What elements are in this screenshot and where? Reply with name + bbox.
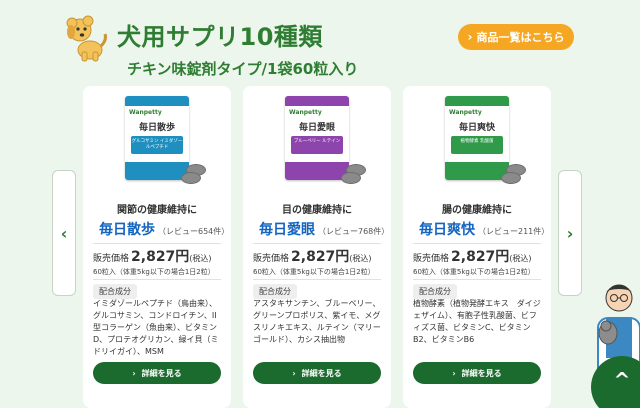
product-card: Wanpetty 毎日愛眼 ブルーベリー ルテイン 目の健康維持に 毎日愛眼 （レ…	[243, 86, 391, 408]
ingredients-text: 植物酵素（植物発酵エキス ダイジェザイム）、有胞子性乳酸菌、ビフィズス菌、ビタミ…	[413, 299, 541, 344]
price: 販売価格 2,827円(税込)	[413, 246, 532, 266]
package-stripe	[125, 96, 189, 106]
detail-button-label: 詳細を見る	[141, 368, 182, 378]
package-name: 毎日爽快	[458, 123, 495, 133]
product-name: 毎日爽快	[419, 222, 475, 238]
divider	[253, 243, 381, 244]
product-catch: 腸の健康維持に	[442, 205, 512, 216]
product-name: 毎日愛眼	[259, 222, 315, 238]
package-bottom	[125, 162, 189, 180]
price: 販売価格 2,827円(税込)	[253, 246, 372, 266]
divider	[253, 279, 381, 280]
product-card: Wanpetty 毎日散歩 グルコサミン イミダゾールペプチド 関節の健康維持に…	[83, 86, 231, 408]
product-image[interactable]: Wanpetty 毎日散歩 グルコサミン イミダゾールペプチド	[83, 86, 231, 186]
chevron-up-icon: ^	[613, 368, 631, 392]
package-stripe	[285, 96, 349, 106]
ingredients-label: 配合成分	[93, 284, 137, 299]
detail-button-label: 詳細を見る	[461, 368, 502, 378]
price-value: 2,827円	[451, 249, 510, 265]
product-catch: 目の健康維持に	[282, 205, 352, 216]
price: 販売価格 2,827円(税込)	[93, 246, 212, 266]
divider	[93, 279, 221, 280]
detail-button[interactable]: › 詳細を見る	[413, 362, 541, 384]
product-image[interactable]: Wanpetty 毎日愛眼 ブルーベリー ルテイン	[243, 86, 391, 186]
package-name: 毎日散歩	[138, 123, 175, 133]
detail-button-label: 詳細を見る	[301, 368, 342, 378]
chevron-right-icon: ›	[467, 30, 473, 44]
package-brand: Wanpetty	[129, 109, 162, 116]
divider	[93, 243, 221, 244]
ingredients-text: アスタキサンチン、ブルーベリー、グリーンプロポリス、紫イモ、メグスリノキエキス、…	[253, 299, 381, 344]
chevron-right-icon: ›	[132, 368, 136, 378]
page-title: 犬用サプリ10種類	[117, 23, 323, 51]
chevron-left-icon: ‹	[60, 223, 68, 243]
price-value: 2,827円	[291, 249, 350, 265]
price-label: 販売価格	[253, 254, 290, 264]
tablet-icon	[181, 172, 201, 184]
price-value: 2,827円	[131, 249, 190, 265]
tablet-icon	[501, 172, 521, 184]
package-name: 毎日愛眼	[298, 123, 335, 133]
carousel-next-button[interactable]: ›	[558, 170, 582, 296]
package-image: Wanpetty 毎日爽快 植物酵素 乳酸菌	[445, 96, 509, 180]
quantity-note: 60粒入（体重5kg以下の場合1日2粒）	[413, 268, 535, 276]
ingredients-label: 配合成分	[253, 284, 297, 299]
chevron-right-icon: ›	[566, 223, 574, 243]
package-brand: Wanpetty	[449, 109, 482, 116]
dog-mascot-icon	[66, 15, 107, 62]
review-count: （レビュー211件）	[478, 227, 550, 236]
product-name-link[interactable]: 毎日爽快 （レビュー211件）	[419, 219, 549, 239]
tax-label: (税込)	[509, 254, 532, 263]
product-name: 毎日散歩	[99, 222, 155, 238]
package-stripe	[445, 96, 509, 106]
detail-button[interactable]: › 詳細を見る	[253, 362, 381, 384]
product-list-button-label: 商品一覧はこちら	[476, 31, 565, 44]
product-catch: 関節の健康維持に	[117, 205, 197, 216]
price-label: 販売価格	[93, 254, 130, 264]
review-count: （レビュー654件）	[158, 227, 230, 236]
tax-label: (税込)	[189, 254, 212, 263]
product-name-link[interactable]: 毎日愛眼 （レビュー768件）	[259, 219, 389, 239]
price-label: 販売価格	[413, 254, 450, 264]
divider	[413, 279, 541, 280]
divider	[413, 243, 541, 244]
package-bottom	[445, 162, 509, 180]
detail-button[interactable]: › 詳細を見る	[93, 362, 221, 384]
product-image[interactable]: Wanpetty 毎日爽快 植物酵素 乳酸菌	[403, 86, 551, 186]
chevron-right-icon: ›	[292, 368, 296, 378]
tax-label: (税込)	[349, 254, 372, 263]
product-list-button[interactable]: › 商品一覧はこちら	[458, 24, 574, 50]
tablet-icon	[341, 172, 361, 184]
quantity-note: 60粒入（体重5kg以下の場合1日2粒）	[253, 268, 375, 276]
package-bottom	[285, 162, 349, 180]
carousel-prev-button[interactable]: ‹	[52, 170, 76, 296]
package-image: Wanpetty 毎日散歩 グルコサミン イミダゾールペプチド	[125, 96, 189, 180]
product-card: Wanpetty 毎日爽快 植物酵素 乳酸菌 腸の健康維持に 毎日爽快 （レビュー…	[403, 86, 551, 408]
product-name-link[interactable]: 毎日散歩 （レビュー654件）	[99, 219, 229, 239]
package-image: Wanpetty 毎日愛眼 ブルーベリー ルテイン	[285, 96, 349, 180]
review-count: （レビュー768件）	[318, 227, 390, 236]
package-band: ブルーベリー ルテイン	[291, 136, 343, 154]
quantity-note: 60粒入（体重5kg以下の場合1日2粒）	[93, 268, 215, 276]
package-brand: Wanpetty	[289, 109, 322, 116]
page-subtitle: チキン味錠剤タイプ/1袋60粒入り	[127, 60, 359, 78]
ingredients-text: イミダゾールペプチド（鳥由来）、グルコサミン、コンドロイチン、II型コラーゲン（…	[93, 299, 219, 356]
ingredients-label: 配合成分	[413, 284, 457, 299]
chevron-right-icon: ›	[452, 368, 456, 378]
package-band: 植物酵素 乳酸菌	[451, 136, 503, 154]
package-band: グルコサミン イミダゾールペプチド	[131, 136, 183, 154]
